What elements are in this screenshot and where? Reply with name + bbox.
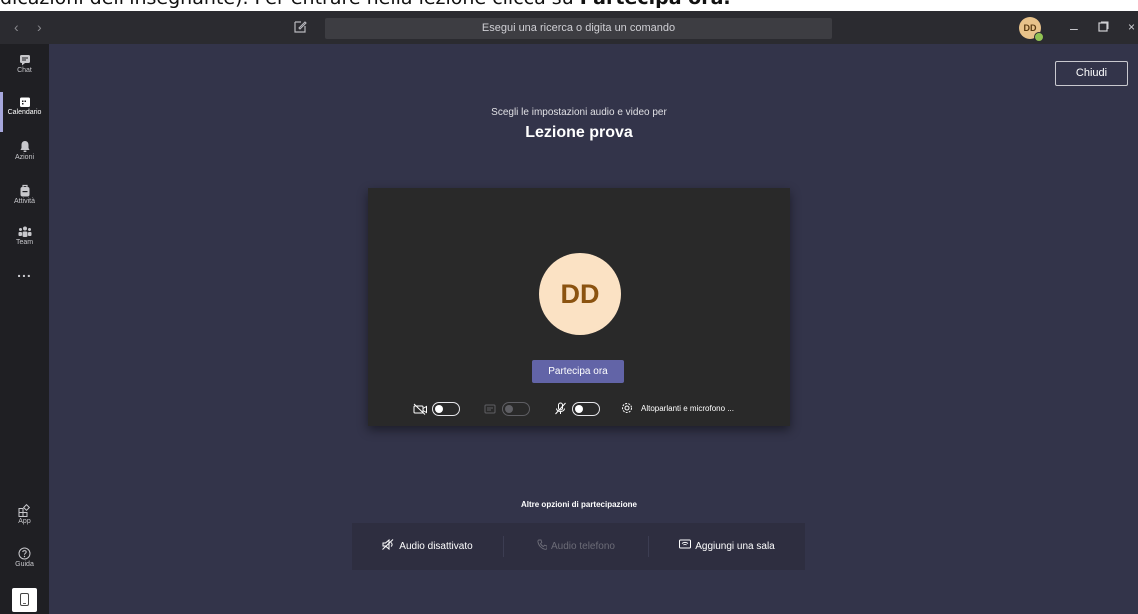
minimize-icon[interactable]: – [1070,20,1078,36]
forward-arrow-icon[interactable]: › [37,19,42,35]
camera-off-icon [413,403,427,415]
prejoin-subtitle: Scegli le impostazioni audio e video per [491,107,667,118]
microphone-control [554,401,606,417]
rail-item-label: Guida [15,561,34,568]
back-arrow-icon[interactable]: ‹ [14,19,19,35]
mobile-app-button[interactable] [12,588,37,612]
compose-icon[interactable] [292,19,308,35]
add-room-label: Aggiungi una sala [695,541,775,552]
other-join-options: Audio disattivato Audio telefono Aggiung… [352,523,805,570]
other-options-title: Altre opzioni di partecipazione [520,500,637,509]
rail-item-label: App [18,518,31,525]
video-preview-panel: DD Partecipa ora Altoparlanti e microfon… [368,188,790,426]
caption-strip: dicazioni dell'insegnante). Per entrare … [0,0,1138,11]
chat-icon [19,55,30,66]
phone-audio-label: Audio telefono [551,541,615,552]
close-button[interactable]: Chiudi [1055,61,1128,86]
mobile-icon [20,593,29,606]
microphone-off-icon [555,402,566,415]
meeting-title: Lezione prova [525,124,633,141]
room-icon [679,539,692,549]
rail-item-app[interactable]: App [0,504,49,544]
speaker-off-icon [382,538,394,551]
backpack-icon [20,184,29,197]
search-input[interactable]: Esegui una ricerca o digita un comando [325,18,832,39]
devices-label: Altoparlanti e microfono ... [641,404,734,413]
team-icon [18,226,31,237]
rail-item-attivita[interactable]: Attività [0,180,49,220]
add-room-option[interactable]: Aggiungi una sala [649,523,805,570]
phone-audio-option[interactable]: Audio telefono [504,523,648,570]
rail-item-azioni[interactable]: Azioni [0,136,49,176]
rail-item-label: Chat [17,67,32,74]
close-window-icon[interactable]: × [1128,20,1135,34]
audio-off-label: Audio disattivato [399,541,473,552]
caption-text: dicazioni dell'insegnante). Per entrare … [0,0,731,9]
help-icon [18,547,31,560]
camera-control [413,401,465,417]
rail-item-guida[interactable]: Guida [0,547,49,587]
device-settings-button[interactable]: Altoparlanti e microfono ... [621,401,781,417]
background-effects-icon [484,404,496,414]
gear-icon [622,403,632,413]
rail-item-team[interactable]: Team [0,222,49,262]
rail-item-label: Attività [13,198,35,205]
more-apps-button[interactable]: ... [0,264,49,304]
camera-toggle[interactable] [432,402,460,416]
participant-avatar: DD [539,253,621,335]
rail-item-label: Azioni [14,154,35,161]
more-icon: ... [17,264,32,280]
rail-item-chat[interactable]: Chat [0,54,49,94]
microphone-toggle[interactable] [572,402,600,416]
title-bar: ‹ › Esegui una ricerca o digita un coman… [0,11,1138,44]
join-now-button[interactable]: Partecipa ora [532,360,624,383]
background-toggle[interactable] [502,402,530,416]
rail-item-label: Team [15,239,34,246]
background-control [484,401,536,417]
maximize-icon[interactable] [1098,19,1109,35]
audio-off-option[interactable]: Audio disattivato [352,523,503,570]
phone-icon [537,539,548,550]
status-available-icon [1034,32,1044,42]
